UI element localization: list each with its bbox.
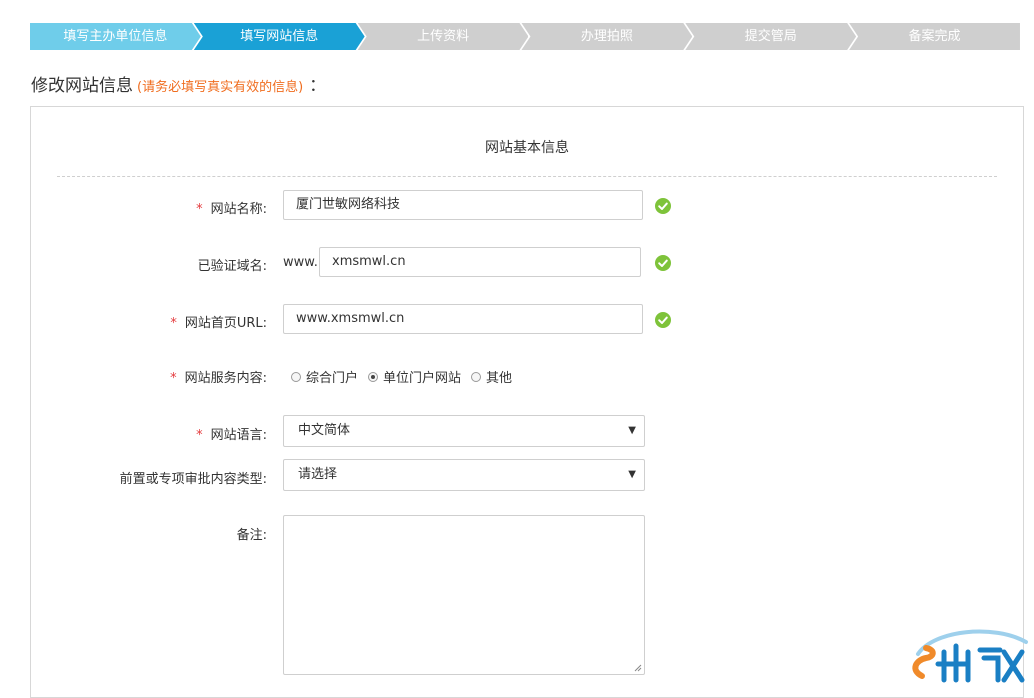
required-mark: * <box>196 428 203 443</box>
language-select[interactable]: 中文简体 ▼ <box>283 415 645 447</box>
home-url-input[interactable]: www.xmsmwl.cn <box>283 304 643 334</box>
check-circle-icon <box>655 255 671 271</box>
step-3: 上传资料 <box>358 23 529 50</box>
domain-prefix: www. <box>283 255 318 270</box>
page-title: 修改网站信息 (请务必填写真实有效的信息) ： <box>31 71 326 96</box>
domain-row: 已验证域名: www. xmsmwl.cn <box>31 247 1023 279</box>
language-select-value: 中文简体 <box>298 423 351 438</box>
remark-row: 备注: <box>31 515 1023 675</box>
step-6: 备案完成 <box>849 23 1020 50</box>
domain-input[interactable]: xmsmwl.cn <box>319 247 641 277</box>
check-circle-icon <box>655 312 671 328</box>
service-option-unit-portal[interactable]: 单位门户网站 <box>368 367 461 386</box>
required-mark: * <box>170 371 177 386</box>
step-1: 填写主办单位信息 <box>30 23 201 50</box>
check-circle-icon <box>655 198 671 214</box>
language-label: * 网站语言: <box>196 428 267 443</box>
remark-textarea[interactable] <box>283 515 645 675</box>
home-url-label: * 网站首页URL: <box>170 316 267 331</box>
caret-down-icon: ▼ <box>628 425 636 436</box>
service-option-portal[interactable]: 综合门户 <box>291 367 358 386</box>
progress-steps: 填写主办单位信息 填写网站信息 上传资料 办理拍照 提交管局 备案完成 <box>30 23 1020 50</box>
service-row: * 网站服务内容: 综合门户 单位门户网站 其他 <box>31 365 1023 386</box>
site-name-label: * 网站名称: <box>196 202 267 217</box>
panel-title: 网站基本信息 <box>485 140 569 156</box>
required-mark: * <box>170 316 177 331</box>
remark-label: 备注: <box>236 528 267 543</box>
site-name-input[interactable]: 厦门世敏网络科技 <box>283 190 643 220</box>
language-row: * 网站语言: 中文简体 ▼ <box>31 415 1023 447</box>
page-title-text: 修改网站信息 <box>31 76 133 96</box>
page-title-colon: ： <box>309 76 327 96</box>
caret-down-icon: ▼ <box>628 469 636 480</box>
site-name-row: * 网站名称: 厦门世敏网络科技 <box>31 190 1023 222</box>
approval-row: 前置或专项审批内容类型: 请选择 ▼ <box>31 459 1023 491</box>
domain-label: 已验证域名: <box>197 259 267 274</box>
panel-divider <box>57 176 997 177</box>
radio-selected-icon[interactable] <box>368 371 379 382</box>
approval-label: 前置或专项审批内容类型: <box>119 472 267 487</box>
required-mark: * <box>196 202 203 217</box>
page-title-note: (请务必填写真实有效的信息) <box>137 80 304 95</box>
service-radio-group: 综合门户 单位门户网站 其他 <box>291 367 522 386</box>
approval-select[interactable]: 请选择 ▼ <box>283 459 645 491</box>
step-4: 办理拍照 <box>521 23 692 50</box>
radio-icon[interactable] <box>291 371 301 382</box>
home-url-row: * 网站首页URL: www.xmsmwl.cn <box>31 304 1023 336</box>
service-label: * 网站服务内容: <box>170 371 267 386</box>
company-logo <box>912 629 1028 683</box>
step-2: 填写网站信息 <box>194 23 365 50</box>
approval-select-value: 请选择 <box>298 467 338 482</box>
site-info-panel: 网站基本信息 * 网站名称: 厦门世敏网络科技 已验证域名: www. xmsmw… <box>30 106 1024 698</box>
radio-icon[interactable] <box>471 371 482 382</box>
resize-handle-icon[interactable] <box>634 664 642 672</box>
step-5: 提交管局 <box>685 23 856 50</box>
service-option-other[interactable]: 其他 <box>471 367 512 386</box>
